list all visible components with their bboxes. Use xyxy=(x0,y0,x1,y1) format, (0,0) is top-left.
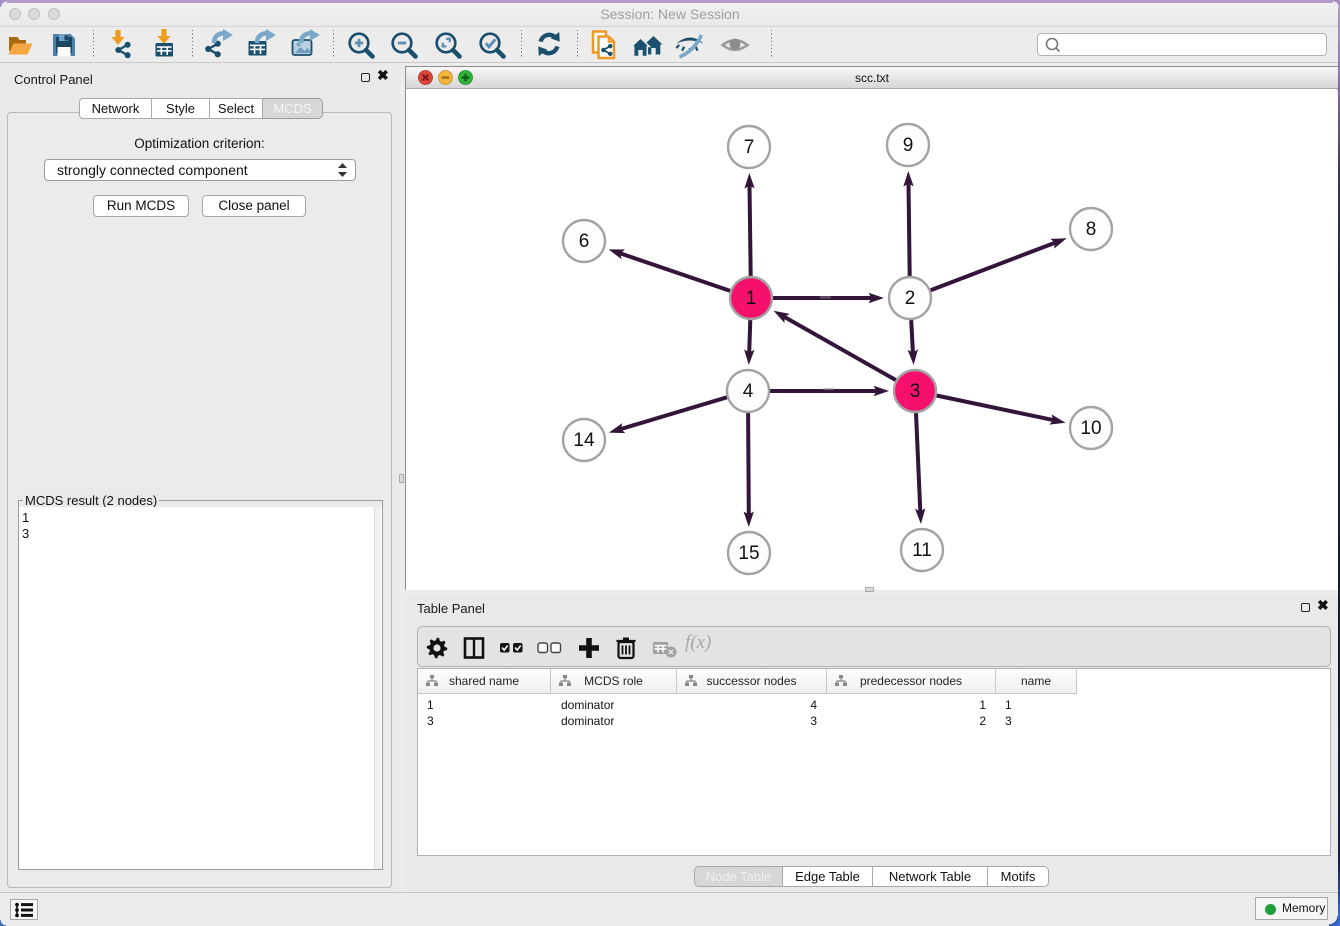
svg-text:1: 1 xyxy=(746,288,757,309)
svg-text:8: 8 xyxy=(1086,219,1097,240)
svg-text:4: 4 xyxy=(743,381,754,402)
svg-text:3: 3 xyxy=(910,381,921,402)
svg-text:9: 9 xyxy=(903,135,914,156)
svg-text:15: 15 xyxy=(738,543,759,564)
svg-text:10: 10 xyxy=(1080,418,1101,439)
svg-text:2: 2 xyxy=(905,288,916,309)
svg-text:7: 7 xyxy=(744,137,755,158)
svg-text:14: 14 xyxy=(573,430,595,451)
svg-text:6: 6 xyxy=(579,231,590,252)
svg-text:11: 11 xyxy=(912,540,932,561)
